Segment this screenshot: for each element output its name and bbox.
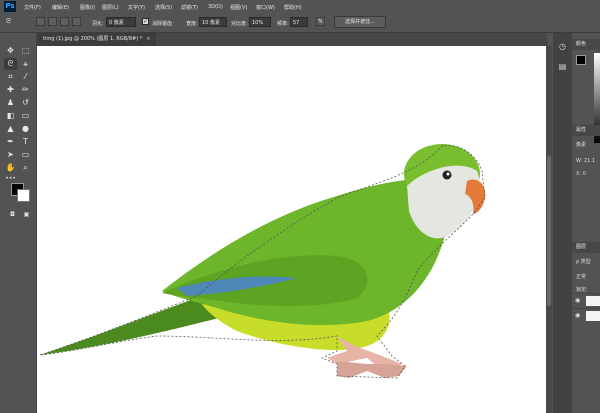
rectangle-icon[interactable]: ▭ [19, 149, 32, 161]
lock-label: 锁定: [576, 287, 588, 293]
layer-thumbnail [586, 311, 600, 321]
healing-icon[interactable]: ✚ [4, 84, 17, 96]
feather-input[interactable]: 0 像素 [106, 17, 136, 27]
eraser-icon[interactable]: ◧ [4, 110, 17, 122]
right-panels: 颜色 属性 像素 W: 21.1 X: 0 图层 ρ 类型 正常 锁定: ◉ ◉ [572, 33, 600, 413]
tools-panel: ✥ ⬚ ᘓ ⚹ ⌗ ⁄ ✚ ✏ ♟ ↺ ◧ ▭ ▲ ● ✒ T ➤ ▭ ✋ ⌕ … [0, 33, 37, 413]
layer-row[interactable]: ◉ [572, 308, 600, 323]
move-icon[interactable]: ✥ [4, 45, 17, 57]
gradient-icon[interactable]: ▭ [19, 110, 32, 122]
zoom-icon[interactable]: ⌕ [19, 162, 32, 174]
frequency-label: 频率: [277, 21, 289, 27]
frequency-input[interactable]: 57 [290, 17, 308, 27]
document-tabs: timg (1).jpg @ 200% (图层 1, RGB/8#) * × [37, 33, 547, 46]
properties-x: X: 0 [576, 171, 586, 177]
layer-filter-kind[interactable]: ρ 类型 [576, 258, 591, 265]
path-select-icon[interactable]: ➤ [4, 149, 17, 161]
menu-image[interactable]: 图像(I) [80, 4, 95, 11]
color-panel-title[interactable]: 颜色 [572, 39, 600, 50]
subtract-selection-icon[interactable] [60, 17, 69, 26]
menu-bar: Ps 文件(F) 编辑(E) 图像(I) 图层(L) 文字(Y) 选择(S) 滤… [0, 0, 600, 13]
properties-panel-title[interactable]: 属性 [572, 125, 600, 136]
pen-pressure-icon[interactable]: ✎ [316, 17, 325, 26]
magic-wand-icon[interactable]: ⚹ [19, 58, 32, 70]
stamp-icon[interactable]: ♟ [4, 97, 17, 109]
color-fg-swatch[interactable] [576, 55, 586, 65]
menu-file[interactable]: 文件(F) [24, 4, 41, 11]
magnetic-lasso-icon[interactable]: ᘓ [4, 58, 17, 70]
antialias-checkbox[interactable]: ✓ [142, 18, 149, 25]
blend-mode-select[interactable]: 正常 [576, 273, 586, 280]
marquee-icon[interactable]: ⬚ [19, 45, 32, 57]
antialias-label: 消除锯齿 [152, 21, 173, 27]
eyedropper-icon[interactable]: ⁄ [19, 71, 32, 83]
select-and-mask-button[interactable]: 选择并遮住... [334, 16, 386, 28]
canvas[interactable] [37, 46, 546, 413]
history-panel-icon[interactable]: ◷ [557, 41, 568, 52]
visibility-eye-icon[interactable]: ◉ [575, 297, 580, 304]
type-icon[interactable]: T [19, 136, 32, 148]
canvas-scrollbar[interactable] [546, 46, 552, 413]
pen-icon[interactable]: ✒ [4, 136, 17, 148]
menu-window[interactable]: 窗口(W) [256, 4, 275, 11]
menu-layer[interactable]: 图层(L) [102, 4, 119, 11]
photoshop-logo: Ps [4, 1, 16, 12]
menu-view[interactable]: 视图(V) [230, 4, 247, 11]
actions-panel-icon[interactable]: ▤ [557, 61, 568, 72]
layer-row[interactable]: ◉ [572, 293, 600, 308]
screen-mode-icon[interactable]: ▣ [20, 209, 33, 221]
layers-panel-title[interactable]: 图层 [572, 242, 600, 253]
contrast-input[interactable]: 10% [249, 17, 271, 27]
brush-icon[interactable]: ✏ [19, 84, 32, 96]
menu-filter[interactable]: 滤镜(T) [181, 4, 198, 11]
properties-row: 像素 [576, 142, 587, 148]
panel-dock: ◷ ▤ [553, 33, 572, 413]
new-selection-icon[interactable] [36, 17, 45, 26]
quick-mask-icon[interactable]: ◘ [6, 209, 19, 221]
scrollbar-thumb[interactable] [547, 156, 551, 306]
background-color-swatch[interactable] [17, 189, 30, 202]
menu-help[interactable]: 帮助(H) [284, 4, 302, 11]
properties-w: W: 21.1 [576, 158, 596, 164]
width-input[interactable]: 10 像素 [199, 17, 227, 27]
tab-document[interactable]: timg (1).jpg @ 200% (图层 1, RGB/8#) * × [37, 33, 157, 46]
menu-3d[interactable]: 3D(D) [208, 4, 223, 10]
intersect-selection-icon[interactable] [72, 17, 81, 26]
crop-icon[interactable]: ⌗ [4, 71, 17, 83]
layer-thumbnail [586, 296, 600, 306]
width-label: 宽度: [186, 21, 198, 27]
document-title: timg (1).jpg @ 200% (图层 1, RGB/8#) * [43, 36, 143, 42]
menu-type[interactable]: 文字(Y) [128, 4, 145, 11]
magnetic-lasso-preset-icon[interactable]: ᘓ [6, 17, 20, 26]
contrast-label: 对比度: [231, 21, 248, 27]
blur-icon[interactable]: ▲ [4, 123, 17, 135]
close-icon[interactable]: × [146, 36, 150, 42]
add-selection-icon[interactable] [48, 17, 57, 26]
options-bar: ᘓ 羽化: 0 像素 ✓ 消除锯齿 宽度: 10 像素 对比度: 10% 频率:… [0, 13, 600, 33]
menu-edit[interactable]: 编辑(E) [52, 4, 69, 11]
dodge-icon[interactable]: ● [19, 123, 32, 135]
history-brush-icon[interactable]: ↺ [19, 97, 32, 109]
menu-select[interactable]: 选择(S) [155, 4, 172, 11]
visibility-eye-icon[interactable]: ◉ [575, 312, 580, 319]
parrot-image [39, 144, 486, 379]
feather-label: 羽化: [92, 21, 104, 27]
